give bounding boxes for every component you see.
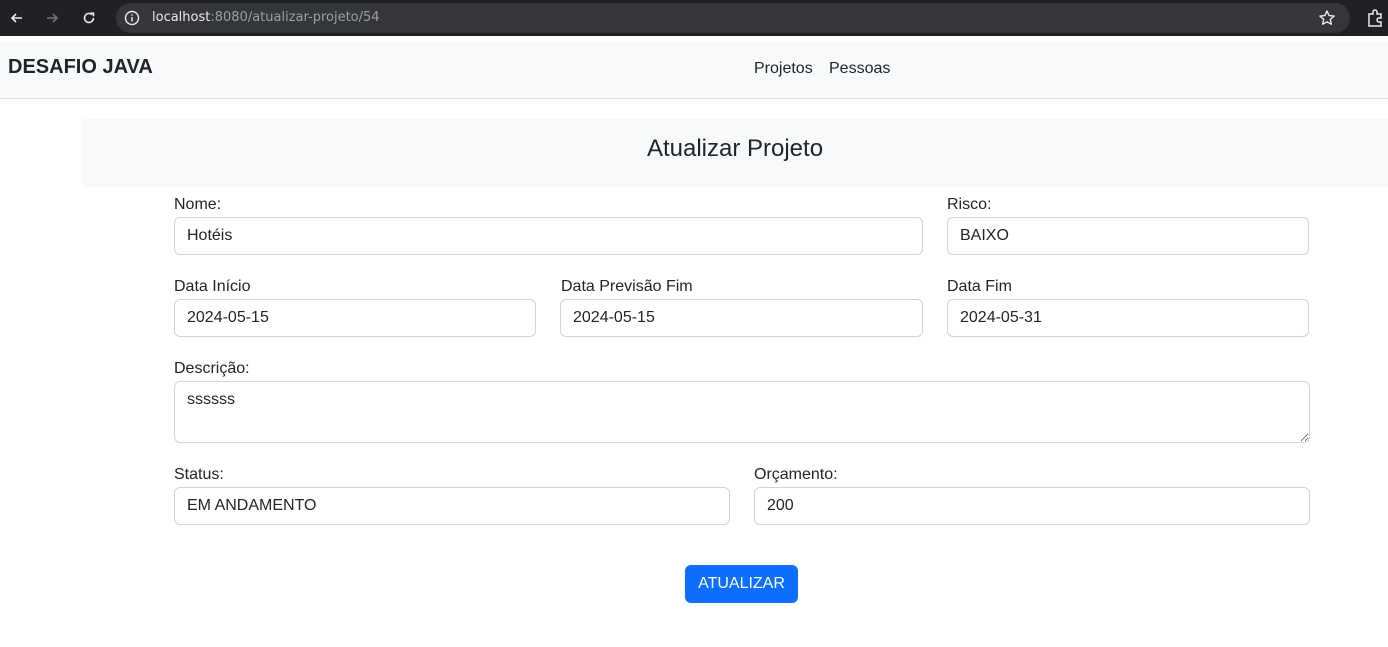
address-bar[interactable]: localhost:8080/atualizar-projeto/54: [116, 3, 1350, 33]
nome-label: Nome:: [174, 196, 222, 213]
descricao-textarea[interactable]: ssssss: [174, 381, 1310, 443]
navbar: DESAFIO JAVA Projetos Pessoas: [0, 42, 1388, 99]
page-title: Atualizar Projeto: [646, 135, 824, 162]
risco-label: Risco:: [947, 196, 992, 213]
data-inicio-input[interactable]: [174, 299, 536, 337]
brand-logo[interactable]: DESAFIO JAVA: [8, 56, 153, 79]
back-icon[interactable]: [5, 6, 29, 30]
url-host: localhost: [152, 10, 211, 25]
data-inicio-label: Data Início: [174, 278, 251, 295]
reload-icon[interactable]: [77, 6, 101, 30]
status-input[interactable]: [174, 487, 730, 525]
orcamento-label: Orçamento:: [754, 466, 838, 483]
title-header: Atualizar Projeto: [82, 119, 1388, 187]
forward-icon[interactable]: [40, 6, 64, 30]
status-label: Status:: [174, 466, 224, 483]
descricao-label: Descrição:: [174, 360, 250, 377]
data-fim-label: Data Fim: [947, 278, 1012, 295]
data-fim-input[interactable]: [947, 299, 1309, 337]
browser-toolbar: localhost:8080/atualizar-projeto/54: [0, 0, 1388, 36]
site-info-icon[interactable]: [124, 10, 140, 26]
extensions-icon[interactable]: [1364, 7, 1386, 29]
atualizar-button[interactable]: ATUALIZAR: [685, 565, 798, 603]
risco-input[interactable]: [947, 217, 1309, 255]
nav-link-projetos[interactable]: Projetos: [754, 60, 813, 78]
orcamento-input[interactable]: [754, 487, 1310, 525]
url-text[interactable]: localhost:8080/atualizar-projeto/54: [152, 10, 380, 25]
data-previsao-fim-input[interactable]: [560, 299, 923, 337]
nav-link-pessoas[interactable]: Pessoas: [829, 60, 890, 78]
data-previsao-fim-label: Data Previsão Fim: [561, 278, 693, 295]
nome-input[interactable]: [174, 217, 923, 255]
url-path: :8080/atualizar-projeto/54: [210, 10, 380, 25]
bookmark-star-icon[interactable]: [1318, 9, 1336, 27]
